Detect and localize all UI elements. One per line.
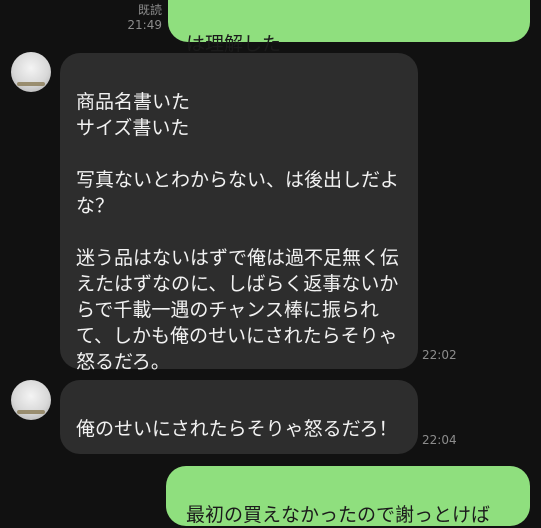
message-time: 22:02 [422,348,457,362]
incoming-message-bubble[interactable]: 俺のせいにされたらそりゃ怒るだろ！ [60,380,418,454]
message-text: 商品名書いた サイズ書いた 写真ないとわからない、は後出しだよな？ 迷う品はない… [76,91,400,373]
contact-avatar[interactable] [11,380,51,420]
message-text: 俺のせいにされたらそりゃ怒るだろ！ [76,418,398,440]
contact-avatar[interactable] [11,52,51,92]
avatar-image [17,410,45,414]
incoming-message-bubble[interactable]: 商品名書いた サイズ書いた 写真ないとわからない、は後出しだよな？ 迷う品はない… [60,53,418,373]
message-text: は理解した [186,33,282,55]
chat-message-list[interactable]: 既読 21:49 は理解した 商品名書いた サイズ書いた 写真ないとわからない、… [0,0,541,526]
outgoing-message-bubble[interactable]: 最初の買えなかったので謝っとけば [166,466,530,526]
message-time: 21:49 [127,18,162,32]
outgoing-message-bubble[interactable]: は理解した [168,0,530,55]
message-text: 最初の買えなかったので謝っとけば [186,504,491,526]
avatar-image [17,82,45,86]
read-receipt: 既読 [137,3,162,17]
message-meta: 既読 21:49 [120,3,162,33]
message-time: 22:04 [422,433,457,447]
